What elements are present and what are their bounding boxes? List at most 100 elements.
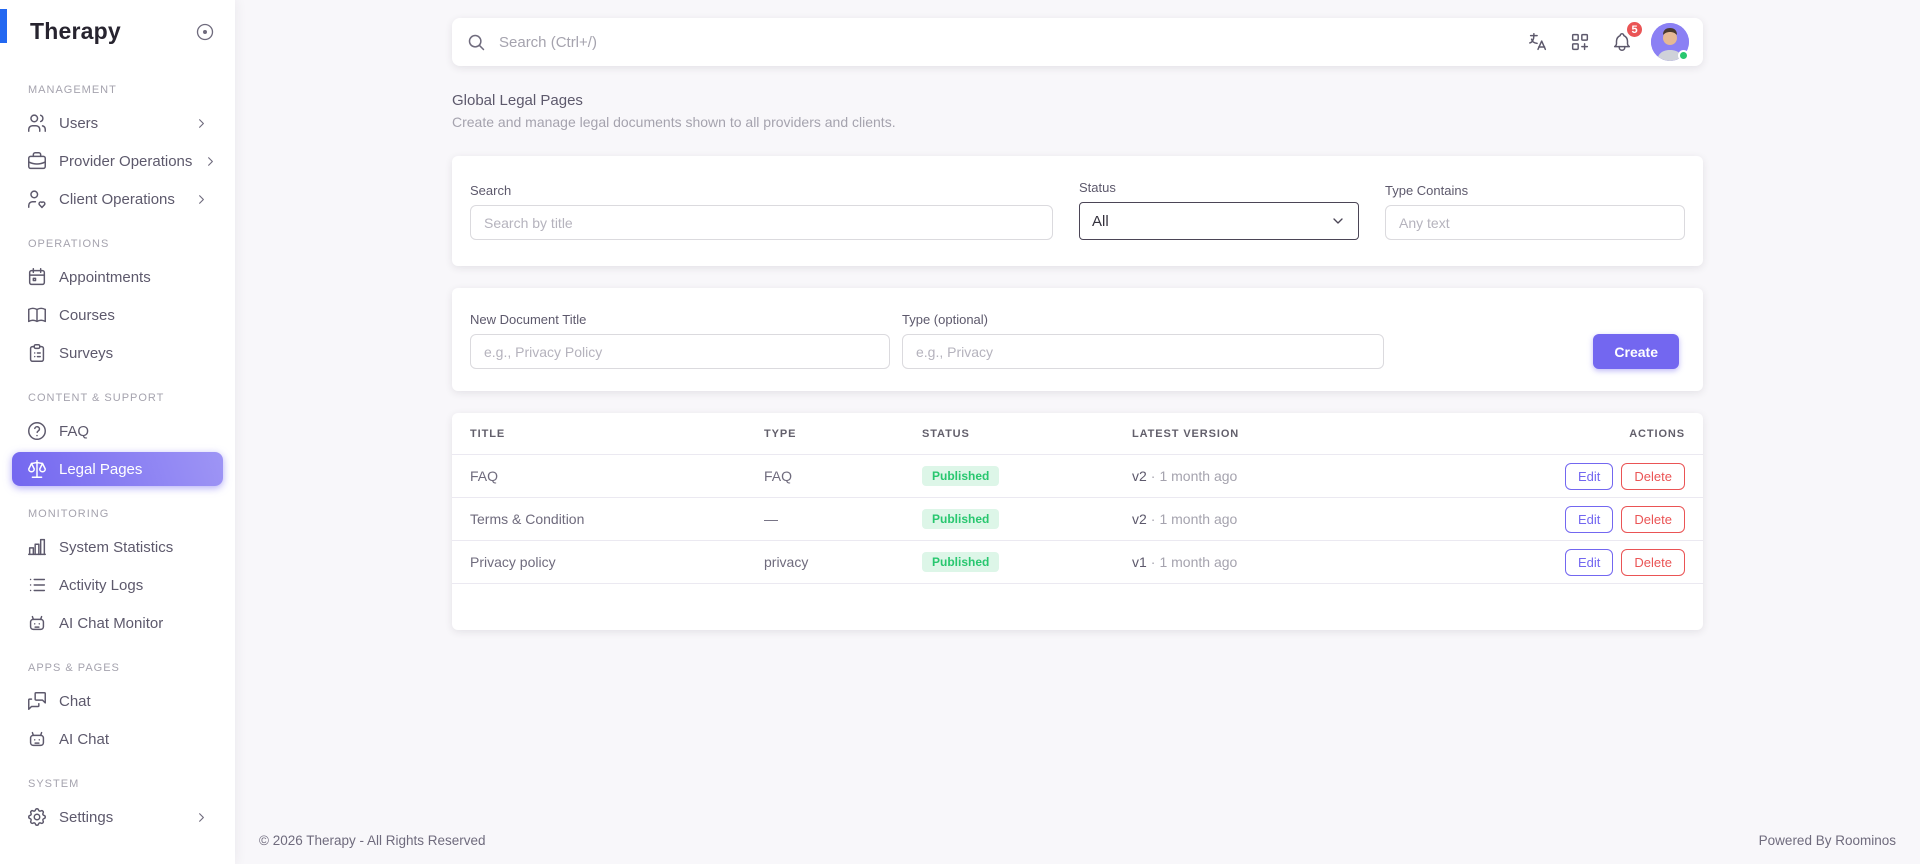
table-row: FAQ FAQ Published v2 · 1 month ago Edit De…	[452, 455, 1703, 498]
list-icon	[26, 574, 48, 596]
cell-title: Terms & Condition	[470, 511, 585, 527]
edit-button[interactable]: Edit	[1565, 505, 1614, 533]
column-header-latest-version: Latest Version	[1132, 427, 1240, 440]
sidebar-item-label: Provider Operations	[59, 152, 193, 170]
sidebar-item-label: Settings	[59, 808, 114, 826]
sidebar-item-ai-chat-monitor[interactable]: AI Chat Monitor	[12, 606, 223, 640]
sidebar-item-label: System Statistics	[59, 538, 174, 556]
book-icon	[26, 304, 48, 326]
footer: © 2026 Therapy - All Rights Reserved Pow…	[259, 833, 1896, 864]
global-search[interactable]	[466, 32, 1525, 53]
new-title-input[interactable]	[470, 334, 890, 369]
sidebar-nav: Management Users Provider Operations Cli…	[0, 50, 235, 864]
new-title-label: New Document Title	[470, 312, 587, 327]
search-icon	[466, 32, 487, 53]
chevron-right-icon	[194, 192, 209, 207]
chevron-right-icon	[194, 116, 209, 131]
nav-section-label: Monitoring	[28, 508, 110, 520]
table-row: Privacy policy privacy Published v1 · 1 mo…	[452, 541, 1703, 584]
sidebar-item-activity-logs[interactable]: Activity Logs	[12, 568, 223, 602]
sidebar-item-label: Users	[59, 114, 99, 132]
sidebar-item-client-operations[interactable]: Client Operations	[12, 182, 223, 216]
filter-status-label: Status	[1079, 180, 1116, 195]
language-button[interactable]	[1525, 29, 1551, 55]
sidebar-item-ai-chat[interactable]: AI Chat	[12, 722, 223, 756]
column-header-status: Status	[922, 427, 970, 440]
cell-latest-version: v1 · 1 month ago	[1132, 554, 1238, 570]
sidebar-item-legal-pages[interactable]: Legal Pages	[12, 452, 223, 486]
delete-button[interactable]: Delete	[1621, 548, 1685, 576]
sidebar-collapse-toggle[interactable]	[195, 22, 215, 42]
brand-accent-bar	[0, 9, 7, 43]
sidebar-item-label: Legal Pages	[59, 460, 143, 478]
sidebar-item-label: AI Chat Monitor	[59, 614, 164, 632]
sidebar-item-label: Appointments	[59, 268, 151, 286]
nav-section-label: System	[28, 778, 80, 790]
sidebar-item-courses[interactable]: Courses	[12, 298, 223, 332]
chat-icon	[26, 690, 48, 712]
new-type-input[interactable]	[902, 334, 1384, 369]
language-icon	[1527, 31, 1549, 53]
nav-section-label: Management	[28, 84, 117, 96]
edit-button[interactable]: Edit	[1565, 548, 1614, 576]
gear-icon	[26, 806, 48, 828]
shortcuts-button[interactable]	[1567, 29, 1593, 55]
search-input[interactable]	[499, 33, 1525, 51]
grid-plus-icon	[1569, 31, 1591, 53]
column-header-title: Title	[470, 427, 506, 440]
circle-dot-icon	[195, 22, 215, 42]
filters-card: Search Status All Type Contains	[452, 156, 1703, 266]
sidebar-item-appointments[interactable]: Appointments	[12, 260, 223, 294]
nav-section-label: Operations	[28, 238, 110, 250]
sidebar-item-chat[interactable]: Chat	[12, 684, 223, 718]
bar-chart-icon	[26, 536, 48, 558]
delete-button[interactable]: Delete	[1621, 462, 1685, 490]
topbar-actions: 5	[1525, 20, 1689, 61]
brand-title: Therapy	[30, 17, 121, 44]
sidebar-item-label: Chat	[59, 692, 91, 710]
page-subtitle: Create and manage legal documents shown …	[452, 114, 896, 130]
delete-button[interactable]: Delete	[1621, 505, 1685, 533]
status-badge: Published	[922, 466, 1000, 486]
user-menu-button[interactable]	[1651, 23, 1689, 61]
nav-section-label: Content & Support	[28, 392, 165, 404]
robot-icon	[26, 612, 48, 634]
sidebar-item-surveys[interactable]: Surveys	[12, 336, 223, 370]
help-circle-icon	[26, 420, 48, 442]
sidebar-item-label: Courses	[59, 306, 115, 324]
table-row: Terms & Condition — Published v2 · 1 month…	[452, 498, 1703, 541]
status-select[interactable]: All	[1079, 202, 1359, 240]
sidebar: Therapy Management Users Provider Operat…	[0, 0, 235, 864]
users-icon	[26, 112, 48, 134]
sidebar-item-label: Surveys	[59, 344, 114, 362]
sidebar-item-provider-operations[interactable]: Provider Operations	[12, 144, 223, 178]
notifications-button[interactable]: 5	[1609, 20, 1644, 55]
column-header-type: Type	[764, 427, 797, 440]
filter-type-input[interactable]	[1385, 205, 1685, 240]
sidebar-item-users[interactable]: Users	[12, 106, 223, 140]
create-button[interactable]: Create	[1593, 334, 1679, 369]
legal-pages-table: Title Type Status Latest Version Actions…	[452, 413, 1703, 630]
notification-badge: 5	[1625, 20, 1644, 39]
chevron-right-icon	[203, 154, 218, 169]
sidebar-item-label: Client Operations	[59, 190, 175, 208]
sidebar-item-system-statistics[interactable]: System Statistics	[12, 530, 223, 564]
cell-latest-version: v2 · 1 month ago	[1132, 511, 1238, 527]
filter-search-label: Search	[470, 183, 512, 198]
page-title: Global Legal Pages	[452, 92, 583, 109]
sidebar-item-label: FAQ	[59, 422, 90, 440]
status-select-value: All	[1092, 212, 1109, 230]
filter-search-input[interactable]	[470, 205, 1053, 240]
create-document-card: New Document Title Type (optional) Creat…	[452, 288, 1703, 391]
table-header-row: Title Type Status Latest Version Actions	[452, 413, 1703, 455]
chevron-down-icon	[1330, 213, 1346, 229]
user-heart-icon	[26, 188, 48, 210]
sidebar-item-label: AI Chat	[59, 730, 110, 748]
cell-title: Privacy policy	[470, 554, 556, 570]
footer-powered-by: Powered By Roominos	[1758, 833, 1896, 848]
sidebar-item-faq[interactable]: FAQ	[12, 414, 223, 448]
sidebar-item-settings[interactable]: Settings	[12, 800, 223, 834]
status-badge: Published	[922, 552, 1000, 572]
edit-button[interactable]: Edit	[1565, 462, 1614, 490]
sidebar-header: Therapy	[0, 0, 235, 50]
